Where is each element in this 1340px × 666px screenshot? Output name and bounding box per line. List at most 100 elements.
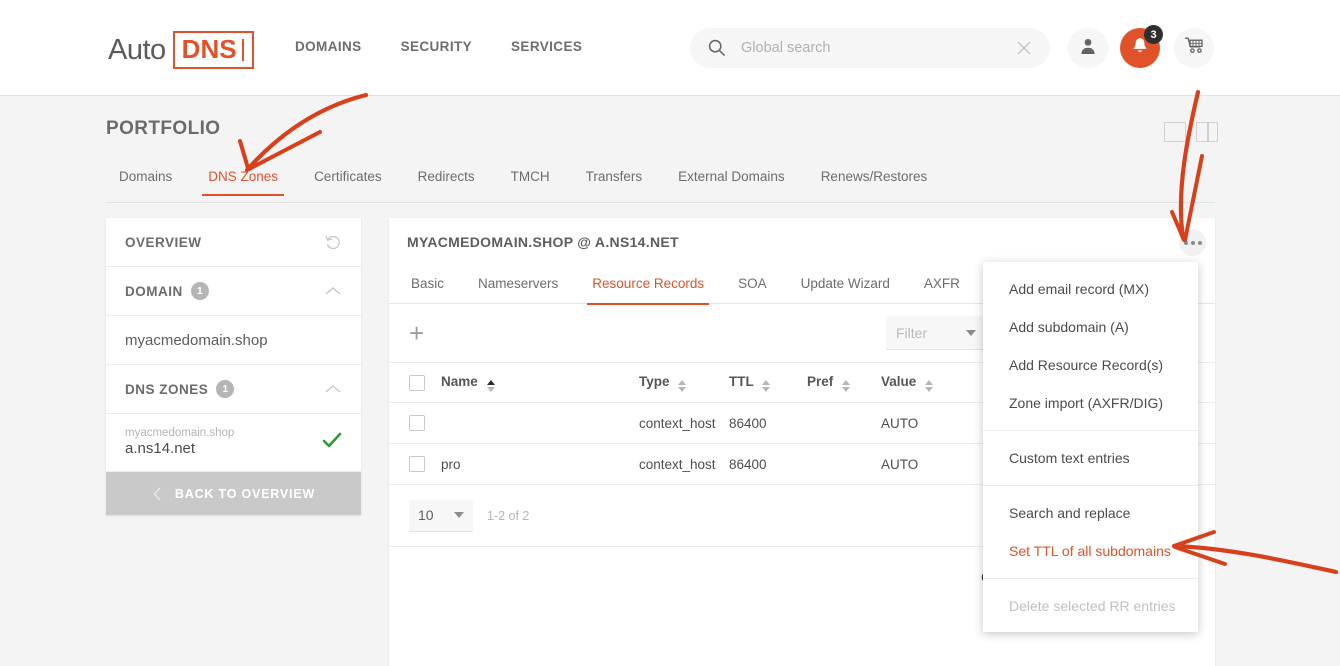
tab-renews-restores[interactable]: Renews/Restores — [803, 169, 946, 195]
column-header-pref[interactable]: Pref — [807, 362, 881, 403]
menu-item-set-ttl-all-subdomains[interactable]: Set TTL of all subdomains — [983, 532, 1198, 570]
row-value: AUTO — [881, 402, 971, 444]
tab-update-wizard[interactable]: Update Wizard — [784, 266, 907, 304]
row-checkbox[interactable] — [409, 415, 425, 431]
logo-text-auto: Auto — [108, 33, 166, 66]
filter-label: Filter — [896, 324, 928, 341]
column-header-ttl[interactable]: TTL — [729, 362, 807, 403]
menu-separator — [983, 485, 1198, 486]
tab-external-domains[interactable]: External Domains — [660, 169, 803, 195]
top-header: Auto DNS DOMAINS SECURITY SERVICES Globa… — [0, 0, 1340, 96]
menu-item-search-and-replace[interactable]: Search and replace — [983, 494, 1198, 532]
row-ttl: 86400 — [729, 402, 807, 444]
sidebar-zone-domain: myacmedomain.shop — [125, 426, 235, 439]
row-pref — [807, 402, 881, 444]
cart-button[interactable] — [1174, 28, 1214, 68]
menu-item-custom-text-entries[interactable]: Custom text entries — [983, 439, 1198, 477]
tab-resource-records[interactable]: Resource Records — [575, 266, 721, 305]
person-icon — [1078, 36, 1098, 61]
logo-text-dns: DNS — [181, 34, 237, 64]
caret-down-icon — [966, 329, 976, 336]
page-size-select[interactable]: 10 — [409, 499, 473, 532]
more-options-icon[interactable] — [1179, 229, 1206, 256]
logo-dns-box: DNS — [172, 31, 254, 69]
chevron-up-icon[interactable] — [324, 383, 342, 395]
sidebar-section-domain[interactable]: DOMAIN 1 — [106, 267, 361, 316]
chevron-up-icon[interactable] — [324, 285, 342, 297]
search-input[interactable] — [741, 40, 1016, 56]
global-search-box[interactable] — [690, 28, 1050, 68]
close-icon[interactable] — [1016, 40, 1032, 56]
chevron-left-icon — [152, 486, 163, 502]
column-header-name[interactable]: Name — [441, 362, 639, 403]
filter-select[interactable]: Filter — [886, 316, 986, 350]
menu-item-zone-import[interactable]: Zone import (AXFR/DIG) — [983, 384, 1198, 422]
main-navigation: DOMAINS SECURITY SERVICES — [295, 39, 582, 54]
back-to-overview-label: BACK TO OVERVIEW — [174, 486, 316, 501]
search-icon — [708, 39, 726, 57]
row-name: pro — [441, 443, 639, 485]
column-header-value[interactable]: Value — [881, 362, 971, 403]
checkmark-icon — [322, 432, 342, 454]
app-root: Auto DNS DOMAINS SECURITY SERVICES Globa… — [0, 0, 1340, 666]
nav-item-security[interactable]: SECURITY — [401, 39, 472, 54]
tab-dns-zones[interactable]: DNS Zones — [190, 169, 296, 196]
tab-tmch[interactable]: TMCH — [493, 169, 568, 195]
sort-arrows-icon — [842, 379, 851, 392]
tab-axfr[interactable]: AXFR — [907, 266, 977, 304]
menu-item-add-email-record[interactable]: Add email record (MX) — [983, 270, 1198, 308]
sidebar-item-overview[interactable]: OVERVIEW — [106, 218, 361, 267]
sidebar-section-dns-zones[interactable]: DNS ZONES 1 — [106, 365, 361, 414]
tab-transfers[interactable]: Transfers — [568, 169, 661, 195]
layout-split-icon[interactable] — [1196, 122, 1218, 142]
sidebar-section-dns-zones-count: 1 — [216, 380, 235, 398]
account-button[interactable] — [1068, 28, 1108, 68]
plus-icon[interactable]: + — [409, 320, 424, 346]
layout-single-icon[interactable] — [1164, 122, 1186, 142]
notifications-button[interactable]: 3 — [1120, 25, 1163, 68]
row-name — [441, 402, 639, 444]
row-select-cell — [389, 402, 441, 444]
row-checkbox[interactable] — [409, 456, 425, 472]
row-ttl: 86400 — [729, 443, 807, 485]
page-range-label: 1-2 of 2 — [487, 508, 530, 523]
panel-header: MYACMEDOMAIN.SHOP @ A.NS14.NET — [389, 218, 1215, 266]
portfolio-sidebar: OVERVIEW DOMAIN 1 myacmedomain.shop DNS … — [106, 218, 361, 515]
tab-domains[interactable]: Domains — [106, 169, 190, 195]
zone-actions-menu: Add email record (MX) Add subdomain (A) … — [983, 262, 1198, 632]
undo-refresh-icon[interactable] — [325, 234, 342, 251]
menu-item-add-subdomain[interactable]: Add subdomain (A) — [983, 308, 1198, 346]
logo-cursor-bar — [241, 38, 244, 61]
sidebar-section-domain-label: DOMAIN — [125, 283, 183, 299]
row-select-cell — [389, 443, 441, 485]
shopping-cart-icon — [1184, 35, 1205, 61]
tab-nameservers[interactable]: Nameservers — [461, 266, 575, 304]
nav-item-domains[interactable]: DOMAINS — [295, 39, 362, 54]
column-header-ttl-label: TTL — [729, 373, 754, 389]
nav-item-services[interactable]: SERVICES — [511, 39, 582, 54]
notifications-badge: 3 — [1144, 25, 1163, 44]
tab-redirects[interactable]: Redirects — [400, 169, 493, 195]
select-all-header — [389, 362, 441, 403]
page-size-value: 10 — [418, 507, 434, 523]
column-header-type-label: Type — [639, 373, 670, 389]
column-header-pref-label: Pref — [807, 373, 834, 389]
sidebar-item-domain-entry[interactable]: myacmedomain.shop — [106, 316, 361, 365]
sort-arrows-icon — [486, 379, 495, 392]
caret-down-icon — [454, 512, 464, 518]
back-to-overview-button[interactable]: BACK TO OVERVIEW — [106, 472, 361, 515]
column-header-name-label: Name — [441, 373, 478, 389]
row-type: context_host — [639, 402, 729, 444]
tab-certificates[interactable]: Certificates — [296, 169, 400, 195]
app-logo[interactable]: Auto DNS — [108, 31, 254, 69]
row-value: AUTO — [881, 443, 971, 485]
column-header-value-label: Value — [881, 373, 917, 389]
tab-basic[interactable]: Basic — [394, 266, 461, 304]
sort-arrows-icon — [678, 379, 687, 392]
menu-item-add-resource-records[interactable]: Add Resource Record(s) — [983, 346, 1198, 384]
column-header-type[interactable]: Type — [639, 362, 729, 403]
sidebar-item-zone-entry[interactable]: myacmedomain.shop a.ns14.net — [106, 414, 361, 472]
tab-soa[interactable]: SOA — [721, 266, 784, 304]
select-all-checkbox[interactable] — [409, 374, 425, 391]
panel-title: MYACMEDOMAIN.SHOP @ A.NS14.NET — [407, 234, 679, 250]
